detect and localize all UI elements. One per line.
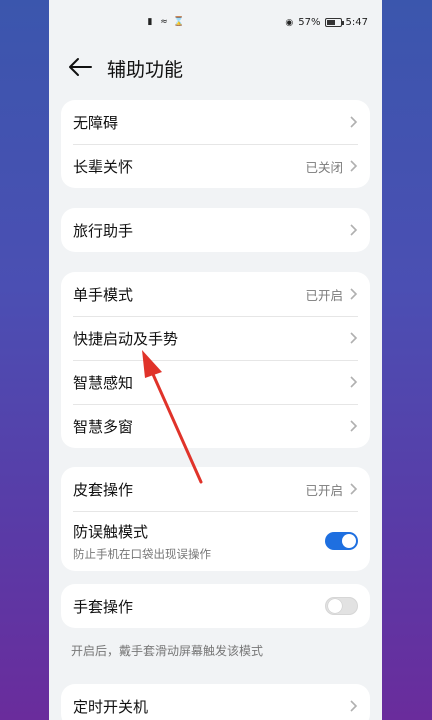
row-label: 智慧多窗 — [73, 417, 134, 436]
row-label: 防误触模式 — [73, 522, 149, 541]
row-label: 皮套操作 — [73, 480, 134, 499]
row-label: 旅行助手 — [73, 221, 134, 240]
back-arrow-icon[interactable] — [67, 56, 93, 78]
phone-screen: ▮ ≈ ⌛ ◉ 57% 5:47 辅助功能 无障碍 长辈关怀 已关闭 旅行助手 — [49, 0, 382, 720]
pocket-mode-toggle[interactable] — [325, 532, 358, 550]
settings-row-cover-operation[interactable]: 皮套操作 已开启 — [61, 467, 370, 511]
row-label: 快捷启动及手势 — [73, 329, 179, 348]
settings-card-2: 旅行助手 — [61, 208, 370, 252]
row-label: 定时开关机 — [73, 697, 149, 716]
wifi-icon: ≈ — [160, 17, 168, 27]
chevron-right-icon — [350, 420, 358, 432]
hourglass-icon: ⌛ — [173, 17, 185, 27]
battery-icon — [324, 18, 344, 27]
chevron-right-icon — [350, 116, 358, 128]
settings-row-accessibility[interactable]: 无障碍 — [61, 100, 370, 144]
settings-card-4: 皮套操作 已开启 防误触模式 防止手机在口袋出现误操作 — [61, 467, 370, 571]
page-title: 辅助功能 — [107, 59, 184, 81]
row-status: 已关闭 — [305, 159, 343, 175]
settings-row-one-handed[interactable]: 单手模式 已开启 — [61, 272, 370, 316]
row-label: 智慧感知 — [73, 373, 134, 392]
notification-icon: ▮ — [147, 17, 153, 27]
row-description: 防止手机在口袋出现误操作 — [73, 546, 211, 561]
chevron-right-icon — [350, 160, 358, 172]
settings-row-shortcuts-gestures[interactable]: 快捷启动及手势 — [61, 316, 370, 360]
settings-row-smart-sensing[interactable]: 智慧感知 — [61, 360, 370, 404]
toggle-knob — [342, 534, 356, 548]
chevron-right-icon — [350, 224, 358, 236]
chevron-right-icon — [350, 288, 358, 300]
row-label: 手套操作 — [73, 597, 134, 616]
battery-percent: 57% — [298, 17, 321, 28]
chevron-right-icon — [350, 483, 358, 495]
settings-row-pocket-mode: 防误触模式 防止手机在口袋出现误操作 — [61, 511, 370, 571]
settings-row-travel-assistant[interactable]: 旅行助手 — [61, 208, 370, 252]
clock: 5:47 — [345, 17, 368, 28]
glove-mode-toggle[interactable] — [325, 597, 358, 615]
settings-row-glove-mode: 手套操作 — [61, 584, 370, 628]
settings-row-scheduled-power[interactable]: 定时开关机 — [61, 684, 370, 720]
settings-card-6: 定时开关机 — [61, 684, 370, 720]
settings-card-3: 单手模式 已开启 快捷启动及手势 智慧感知 智慧多窗 — [61, 272, 370, 448]
row-label: 无障碍 — [73, 113, 119, 132]
settings-row-smart-multiwindow[interactable]: 智慧多窗 — [61, 404, 370, 448]
toggle-knob — [328, 599, 342, 613]
chevron-right-icon — [350, 700, 358, 712]
row-status: 已开启 — [305, 482, 343, 498]
chevron-right-icon — [350, 332, 358, 344]
settings-row-elderly-care[interactable]: 长辈关怀 已关闭 — [61, 144, 370, 188]
header: 辅助功能 — [49, 48, 382, 88]
row-label: 单手模式 — [73, 285, 134, 304]
status-bar: ▮ ≈ ⌛ ◉ 57% 5:47 — [49, 0, 382, 40]
settings-card-1: 无障碍 长辈关怀 已关闭 — [61, 100, 370, 188]
row-label: 长辈关怀 — [73, 157, 134, 176]
eye-comfort-icon: ◉ — [285, 17, 294, 28]
glove-mode-note: 开启后，戴手套滑动屏幕触发该模式 — [71, 644, 264, 658]
settings-card-5: 手套操作 — [61, 584, 370, 628]
chevron-right-icon — [350, 376, 358, 388]
row-status: 已开启 — [305, 287, 343, 303]
